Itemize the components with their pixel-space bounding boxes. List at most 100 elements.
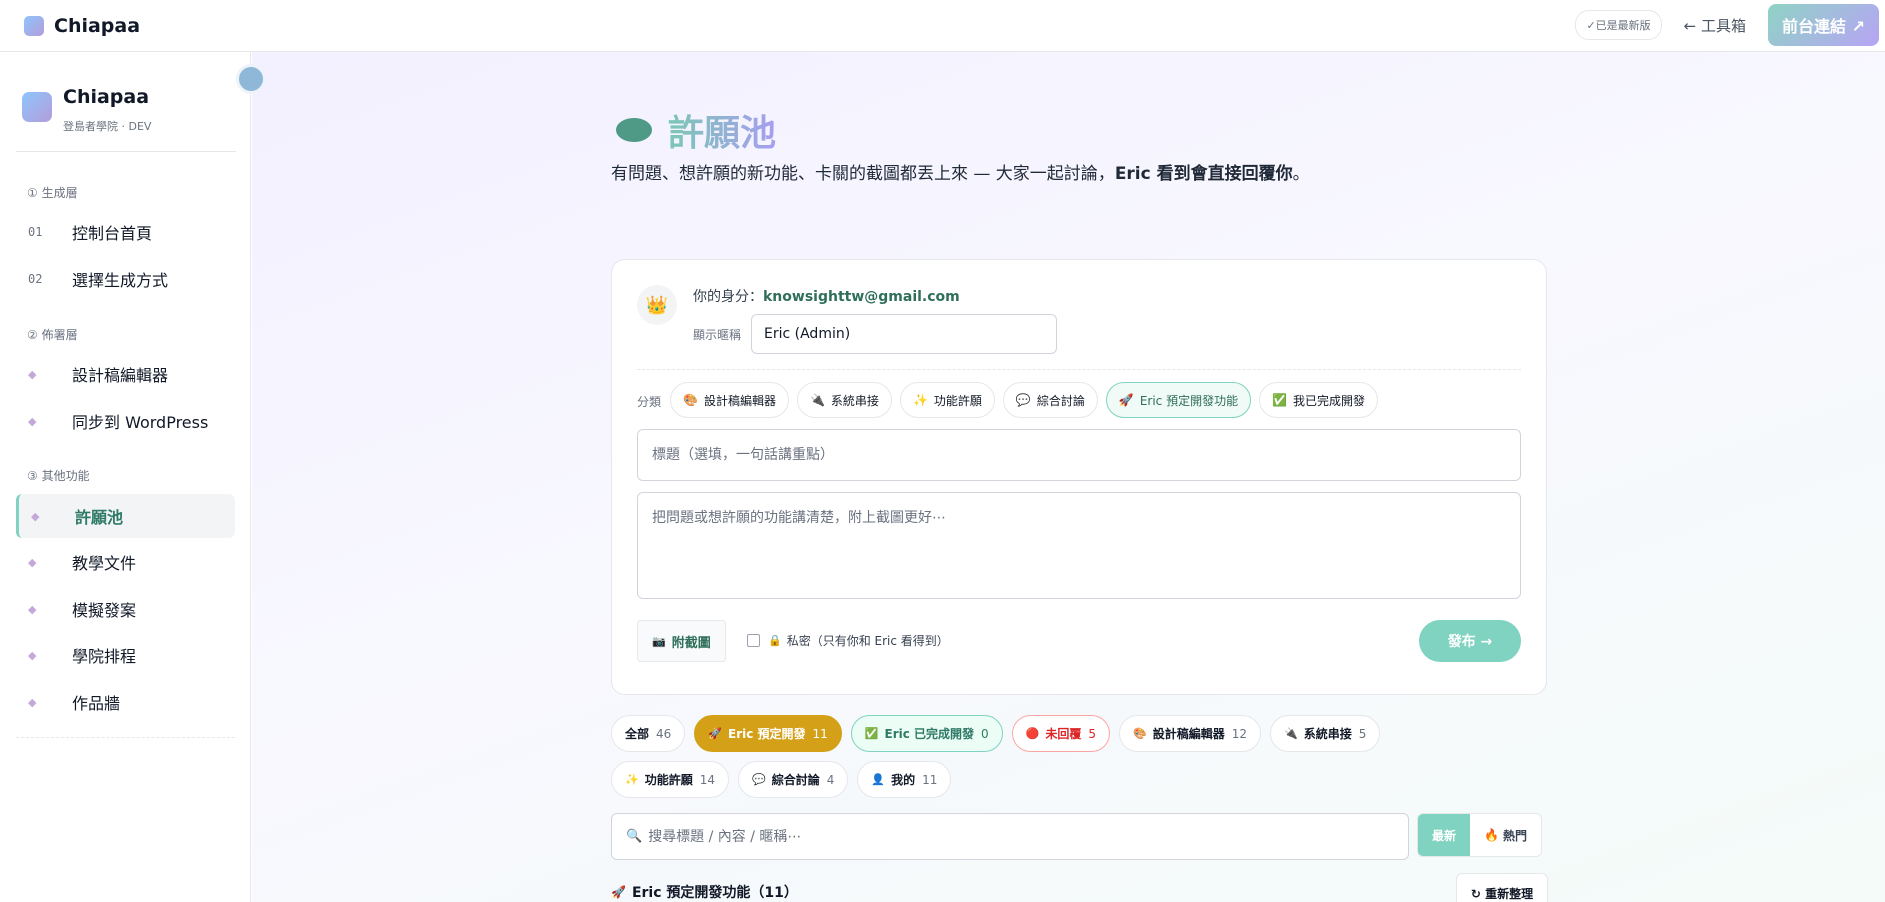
page-title-text: 許願池 (668, 104, 776, 156)
page-title: 許願池 (616, 104, 776, 156)
filter-mine[interactable]: 👤 我的 11 (857, 761, 952, 798)
sidebar-item-wishpool[interactable]: ◆ 許願池 (16, 494, 235, 538)
filter-count: 5 (1088, 726, 1097, 741)
filter-count: 46 (656, 726, 672, 741)
fire-icon: 🔥 (1484, 828, 1499, 842)
top-actions: ✓已是最新版 ← 工具箱 前台連結 ↗ (1575, 4, 1879, 46)
palette-icon: ◆ (28, 367, 37, 381)
sidebar-logo (22, 92, 52, 122)
reorganize-button[interactable]: ↻ 重新整理 (1456, 873, 1548, 902)
description-emphasis: Eric 看到會直接回覆你 (1114, 164, 1293, 184)
user-icon: 👤 (871, 773, 886, 786)
sort-hot-label: 熱門 (1502, 828, 1527, 843)
check-icon: ✅ (1272, 393, 1288, 407)
list-heading: 🚀 Eric 預定開發功能（11） (611, 882, 798, 902)
filter-label: 綜合討論 (771, 773, 820, 787)
filter-all[interactable]: 全部 46 (611, 715, 686, 752)
book-icon: ◆ (28, 555, 37, 569)
palette-icon: 🎨 (1133, 727, 1147, 740)
filter-eric-planned[interactable]: 🚀 Eric 預定開發 11 (694, 715, 842, 752)
filter-label: Eric 預定開發 (728, 727, 806, 741)
filter-count: 11 (922, 772, 938, 787)
sidebar-subtitle: 登島者學院 · DEV (63, 120, 152, 133)
description-text: 有問題、想許願的新功能、卡關的截圖都丟上來 — 大家一起討論， (611, 164, 1115, 184)
attach-label: 附截圖 (671, 635, 711, 651)
filter-label: 系統串接 (1303, 727, 1352, 741)
section-label-deploy: ② 佈署層 (27, 328, 78, 342)
sidebar-item-design-editor[interactable]: ◆ 設計稿編輯器 (16, 352, 235, 396)
search-input[interactable] (648, 828, 1389, 845)
sidebar-item-label: 教學文件 (72, 554, 137, 573)
nickname-input[interactable] (751, 314, 1057, 354)
filter-feature-wish[interactable]: ✨ 功能許願 14 (611, 761, 729, 798)
category-label: 分類 (637, 395, 662, 409)
filter-count: 5 (1358, 726, 1367, 741)
page-description: 有問題、想許願的新功能、卡關的截圖都丟上來 — 大家一起討論，Eric 看到會直… (611, 158, 1311, 191)
filter-label: 我的 (891, 773, 916, 787)
toolbox-link[interactable]: ← 工具箱 (1684, 15, 1746, 36)
category-chip-eric-planned[interactable]: 🚀 Eric 預定開發功能 (1105, 382, 1252, 418)
frontend-link-button[interactable]: 前台連結 ↗ (1768, 4, 1879, 46)
rocket-icon: 🚀 (611, 885, 626, 899)
category-chip-design-editor[interactable]: 🎨 設計稿編輯器 (670, 382, 789, 418)
sort-toggle: 最新 🔥 熱門 (1417, 813, 1542, 857)
gallery-icon: ◆ (28, 695, 37, 709)
sidebar-title: Chiapaa (63, 86, 150, 108)
brand-name: Chiapaa (54, 14, 141, 37)
section-label-other: ③ 其他功能 (27, 469, 90, 483)
sort-hot-button[interactable]: 🔥 熱門 (1470, 814, 1541, 856)
brand[interactable]: Chiapaa (24, 15, 140, 37)
filter-label: 功能許願 (644, 773, 693, 787)
post-title-input[interactable] (637, 429, 1521, 481)
speech-bubble-icon: ◆ (31, 509, 40, 523)
post-body-textarea[interactable] (637, 492, 1521, 599)
search-box: 🔍 (611, 813, 1409, 860)
gamepad-icon: ◆ (28, 602, 37, 616)
list-heading-text: Eric 預定開發功能（11） (631, 885, 798, 901)
sidebar-item-schedule[interactable]: ◆ 學院排程 (16, 633, 235, 677)
sidebar-item-generation-method[interactable]: 02 選擇生成方式 (16, 257, 235, 301)
sidebar-item-tutorials[interactable]: ◆ 教學文件 (16, 540, 235, 584)
filter-unanswered[interactable]: 🔴 未回覆 5 (1011, 715, 1111, 752)
latest-version-badge: ✓已是最新版 (1575, 10, 1662, 40)
private-toggle[interactable]: 🔒 私密（只有你和 Eric 看得到） (747, 632, 949, 649)
sidebar: Chiapaa 登島者學院 · DEV ① 生成層 01 控制台首頁 02 選擇… (0, 52, 251, 902)
nickname-label: 顯示暱稱 (693, 328, 742, 342)
category-chip-feature-wish[interactable]: ✨ 功能許願 (899, 382, 995, 418)
chip-label: 系統串接 (830, 393, 879, 408)
category-chip-completed[interactable]: ✅ 我已完成開發 (1259, 382, 1379, 418)
filter-eric-completed[interactable]: ✅ Eric 已完成開發 0 (850, 715, 1003, 752)
filter-label: 未回覆 (1045, 727, 1082, 741)
sidebar-item-dashboard[interactable]: 01 控制台首頁 (16, 210, 235, 254)
filter-count: 14 (699, 772, 715, 787)
sort-latest-button[interactable]: 最新 (1418, 814, 1471, 856)
speech-bubble-icon: 💬 (752, 773, 766, 786)
chip-label: 我已完成開發 (1293, 393, 1366, 408)
category-chip-integration[interactable]: 🔌 系統串接 (796, 382, 892, 418)
lock-icon: 🔒 (768, 634, 782, 647)
category-chip-general[interactable]: 💬 綜合討論 (1002, 382, 1098, 418)
filter-label: 設計稿編輯器 (1152, 727, 1225, 741)
description-end: 。 (1292, 164, 1310, 184)
sidebar-item-label: 同步到 WordPress (72, 413, 209, 432)
filter-count: 4 (826, 772, 835, 787)
filter-general[interactable]: 💬 綜合討論 4 (738, 761, 849, 798)
sidebar-item-portfolio[interactable]: ◆ 作品牆 (16, 680, 235, 724)
publish-button[interactable]: 發布 → (1419, 620, 1521, 662)
private-checkbox[interactable] (747, 634, 760, 647)
filter-integration[interactable]: 🔌 系統串接 5 (1270, 715, 1381, 752)
sidebar-item-wordpress-sync[interactable]: ◆ 同步到 WordPress (16, 399, 235, 443)
sidebar-item-label: 許願池 (75, 508, 124, 527)
attach-screenshot-button[interactable]: 📷 附截圖 (637, 620, 726, 662)
check-icon: ✅ (864, 727, 879, 740)
sidebar-item-mock-project[interactable]: ◆ 模擬發案 (16, 587, 235, 631)
sidebar-collapse-button[interactable] (236, 64, 266, 94)
crown-avatar-icon: 👑 (637, 285, 677, 325)
chip-label: 功能許願 (933, 393, 982, 408)
card-divider (637, 369, 1521, 370)
sidebar-item-label: 選擇生成方式 (72, 271, 169, 290)
filter-design-editor[interactable]: 🎨 設計稿編輯器 12 (1119, 715, 1262, 752)
search-icon: 🔍 (626, 829, 643, 844)
filter-count: 11 (812, 726, 828, 741)
calendar-icon: ◆ (28, 648, 37, 662)
